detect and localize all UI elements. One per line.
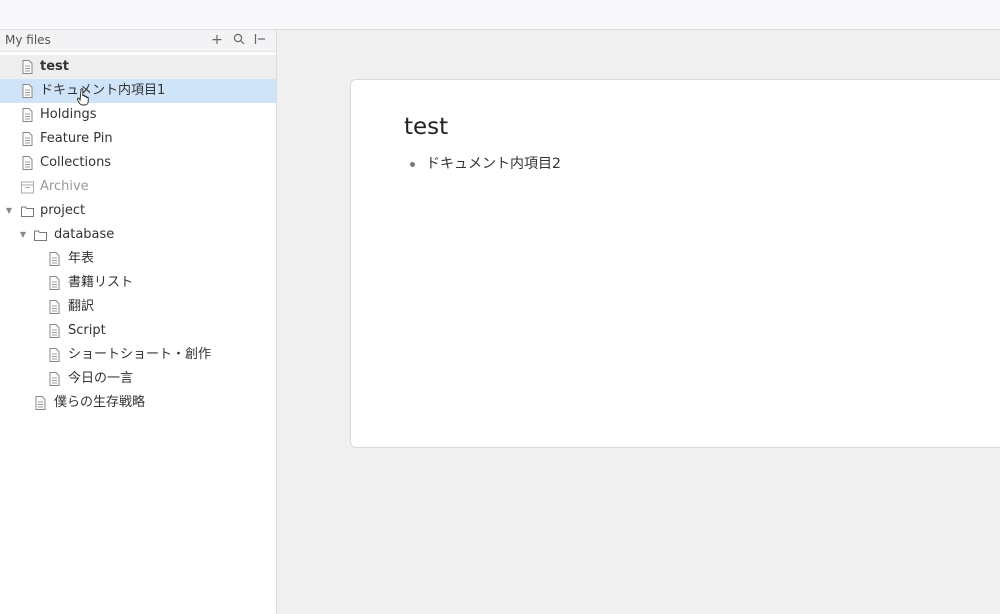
tree-item-label: ショートショート・創作 [68,347,212,362]
tree-item-short-short[interactable]: ショートショート・創作 [0,343,276,367]
tree-item-feature-pin[interactable]: Feature Pin [0,127,276,151]
tree-folder-project[interactable]: ▼ project [0,199,276,223]
tree-item-translation[interactable]: 翻訳 [0,295,276,319]
bullet-item[interactable]: ドキュメント内項目2 [408,154,561,174]
document-title[interactable]: test [404,114,448,140]
collapse-sidebar-button[interactable] [252,31,268,49]
tree-item-label: 翻訳 [68,299,95,314]
sidebar: My files + test ドキュメント内項目1 Holdings Feat… [0,30,277,614]
tree-item-label: Feature Pin [40,131,113,146]
expanded-caret-icon[interactable]: ▼ [18,223,28,247]
document-icon [22,108,33,122]
add-file-button[interactable]: + [209,31,225,49]
document-icon [22,60,33,74]
tree-item-holdings[interactable]: Holdings [0,103,276,127]
tree-item-label: Holdings [40,107,97,122]
collapse-sidebar-icon [254,34,265,44]
hand-cursor-icon [77,88,89,106]
document-icon [22,132,33,146]
bullet-dot-icon[interactable] [410,162,415,167]
tree-item-label: test [40,59,69,74]
expanded-caret-icon[interactable]: ▼ [4,199,14,223]
tree-item-collections[interactable]: Collections [0,151,276,175]
document-icon [22,156,33,170]
document-icon [49,348,60,362]
tree-item-label: 今日の一言 [68,371,134,386]
document-icon [35,396,46,410]
document-icon [49,252,60,266]
folder-icon [21,206,34,217]
tree-item-archive[interactable]: Archive [0,175,276,199]
top-toolbar [0,0,1000,30]
tree-item-label: 僕らの生存戦略 [54,395,146,410]
tree-item-script[interactable]: Script [0,319,276,343]
tree-item-label: Collections [40,155,112,170]
folder-icon [34,230,47,241]
bullet-text[interactable]: ドキュメント内項目2 [426,156,561,172]
tree-item-label: Archive [40,179,89,194]
tree-item-test[interactable]: test [0,55,276,79]
tree-item-survival-strategy[interactable]: 僕らの生存戦略 [0,391,276,415]
document-icon [49,372,60,386]
tree-item-label: Script [68,323,106,338]
sidebar-title: My files [5,33,51,47]
tree-item-label: 年表 [68,251,95,266]
tree-item-label: ドキュメント内項目1 [40,83,166,98]
sidebar-header: My files + [0,30,276,52]
archive-icon [21,181,34,194]
file-tree: test ドキュメント内項目1 Holdings Feature Pin Col… [0,52,276,415]
tree-item-daily-word[interactable]: 今日の一言 [0,367,276,391]
tree-item-document-1[interactable]: ドキュメント内項目1 [0,79,276,103]
tree-folder-database[interactable]: ▼ database [0,223,276,247]
tree-item-book-list[interactable]: 書籍リスト [0,271,276,295]
bullet-list: ドキュメント内項目2 [408,154,561,174]
tree-item-nenpyo[interactable]: 年表 [0,247,276,271]
document-icon [49,324,60,338]
document-icon [49,276,60,290]
document-icon [22,84,33,98]
document-icon [49,300,60,314]
tree-item-label: database [54,227,115,242]
search-icon [233,33,245,45]
tree-item-label: 書籍リスト [68,275,134,290]
tree-item-label: project [40,203,86,218]
document-card: test ドキュメント内項目2 [350,79,1000,448]
search-button[interactable] [231,31,247,49]
